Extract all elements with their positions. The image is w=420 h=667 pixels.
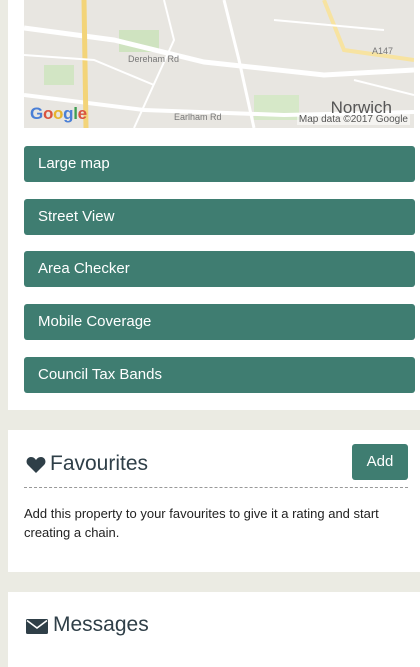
favourites-title: Favourites	[50, 452, 149, 475]
map-label-road: Dereham Rd	[128, 54, 180, 64]
heart-icon	[26, 457, 46, 473]
large-map-button[interactable]: Large map	[24, 146, 415, 182]
add-favourite-button[interactable]: Add	[352, 444, 408, 480]
envelope-icon	[26, 619, 48, 634]
map-label-road: A147	[372, 46, 394, 56]
location-map[interactable]: Dereham Rd Earlham Rd A147 Norwich Googl…	[24, 0, 414, 128]
mobile-coverage-button[interactable]: Mobile Coverage	[24, 304, 415, 340]
messages-title: Messages	[53, 613, 149, 636]
favourites-header: Favourites Add	[24, 444, 408, 488]
council-tax-bands-button[interactable]: Council Tax Bands	[24, 357, 415, 393]
favourites-card: Favourites Add Add this property to your…	[8, 430, 420, 572]
location-card: Dereham Rd Earlham Rd A147 Norwich Googl…	[8, 0, 420, 410]
messages-card[interactable]: Messages	[8, 592, 420, 667]
google-logo: Google	[30, 104, 87, 123]
map-attribution: Map data ©2017 Google	[296, 114, 410, 125]
street-view-button[interactable]: Street View	[24, 199, 415, 235]
divider	[24, 487, 408, 488]
favourites-description: Add this property to your favourites to …	[24, 506, 379, 540]
area-checker-button[interactable]: Area Checker	[24, 251, 415, 287]
map-label-road: Earlham Rd	[174, 112, 222, 122]
